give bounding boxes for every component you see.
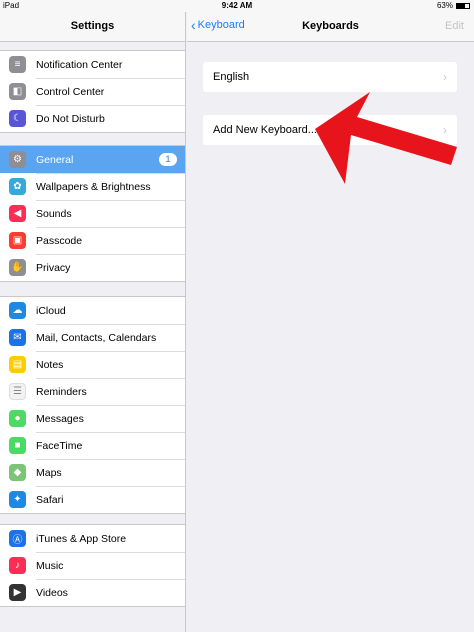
sidebar-item-passcode[interactable]: ▣ Passcode	[0, 227, 185, 254]
lock-icon: ▣	[9, 232, 26, 249]
sidebar-item-sounds[interactable]: ◀ Sounds	[0, 200, 185, 227]
sidebar-item-wallpapers-brightness[interactable]: ✿ Wallpapers & Brightness	[0, 173, 185, 200]
sidebar-item-mail-contacts-calendars[interactable]: ✉ Mail, Contacts, Calendars	[0, 324, 185, 351]
chevron-right-icon: ›	[443, 70, 447, 84]
status-time: 9:42 AM	[221, 1, 253, 10]
sidebar-item-do-not-disturb[interactable]: ☾ Do Not Disturb	[0, 105, 185, 132]
notification-badge: 1	[159, 153, 177, 166]
sidebar-item-label: iCloud	[36, 304, 66, 317]
keyboard-english[interactable]: English ›	[203, 62, 457, 92]
moon-icon: ☾	[9, 110, 26, 127]
battery-level	[457, 3, 465, 8]
messages-icon: ●	[9, 410, 26, 427]
sidebar-item-label: General	[36, 153, 74, 166]
sidebar-item-label: Passcode	[36, 234, 83, 247]
sidebar-item-maps[interactable]: ◆ Maps	[0, 459, 185, 486]
sidebar-item-label: Notes	[36, 358, 64, 371]
battery-percent: 63%	[436, 1, 453, 10]
sidebar-item-label: Sounds	[36, 207, 72, 220]
sidebar-item-reminders[interactable]: ☰ Reminders	[0, 378, 185, 405]
edit-button[interactable]: Edit	[445, 20, 464, 32]
sidebar-group: ⚙ General 1 ✿ Wallpapers & Brightness ◀ Sounds…	[0, 145, 185, 282]
gear-icon: ⚙	[9, 151, 26, 168]
settings-sidebar: Settings ≡ Notification Center ◧ Control Ce…	[0, 12, 186, 632]
status-bar: iPad 9:42 AM 63%	[0, 0, 474, 12]
facetime-icon: ■	[9, 437, 26, 454]
mail-icon: ✉	[9, 329, 26, 346]
speaker-icon: ◀	[9, 205, 26, 222]
cloud-icon: ☁	[9, 302, 26, 319]
notification-center-icon: ≡	[9, 56, 26, 73]
sidebar-group: ☁ iCloud ✉ Mail, Contacts, Calendars ▤ Notes ☰…	[0, 296, 185, 514]
page-title: Keyboards	[302, 20, 359, 32]
nav-bar: ‹ Keyboard Keyboards Edit	[187, 12, 474, 42]
sidebar-item-videos[interactable]: ▶ Videos	[0, 579, 185, 606]
sidebar-group: ⒶiTunes & App Store ♪ Music ▶ Videos	[0, 524, 185, 607]
control-center-icon: ◧	[9, 83, 26, 100]
wallpaper-icon: ✿	[9, 178, 26, 195]
sidebar-item-label: Wallpapers & Brightness	[36, 180, 151, 193]
sidebar-item-label: Do Not Disturb	[36, 112, 105, 125]
notes-icon: ▤	[9, 356, 26, 373]
sidebar-title: Settings	[0, 12, 185, 42]
sidebar-item-label: Privacy	[36, 261, 71, 274]
app-store-icon: Ⓐ	[9, 530, 26, 547]
sidebar-item-safari[interactable]: ✦ Safari	[0, 486, 185, 513]
sidebar-item-notification-center[interactable]: ≡ Notification Center	[0, 51, 185, 78]
safari-icon: ✦	[9, 491, 26, 508]
reminders-icon: ☰	[9, 383, 26, 400]
sidebar-groups: ≡ Notification Center ◧ Control Center ☾ Do N…	[0, 50, 185, 607]
sidebar-item-privacy[interactable]: ✋ Privacy	[0, 254, 185, 281]
red-arrow-icon	[315, 92, 457, 184]
keyboard-english-label: English	[213, 71, 250, 83]
sidebar-item-label: Videos	[36, 586, 68, 599]
maps-icon: ◆	[9, 464, 26, 481]
videos-icon: ▶	[9, 584, 26, 601]
sidebar-item-notes[interactable]: ▤ Notes	[0, 351, 185, 378]
sidebar-item-label: FaceTime	[36, 439, 83, 452]
hand-icon: ✋	[9, 259, 26, 276]
add-new-keyboard-label: Add New Keyboard...	[213, 124, 317, 136]
sidebar-item-label: Reminders	[36, 385, 87, 398]
sidebar-item-label: Safari	[36, 493, 64, 506]
sidebar-item-label: Messages	[36, 412, 84, 425]
sidebar-item-messages[interactable]: ● Messages	[0, 405, 185, 432]
sidebar-group: ≡ Notification Center ◧ Control Center ☾ Do N…	[0, 50, 185, 133]
sidebar-item-control-center[interactable]: ◧ Control Center	[0, 78, 185, 105]
sidebar-item-label: Notification Center	[36, 58, 123, 71]
sidebar-item-icloud[interactable]: ☁ iCloud	[0, 297, 185, 324]
sidebar-item-label: iTunes & App Store	[36, 532, 127, 545]
sidebar-item-general[interactable]: ⚙ General 1	[0, 146, 185, 173]
sidebar-item-label: Mail, Contacts, Calendars	[36, 331, 157, 344]
sidebar-item-facetime[interactable]: ■ FaceTime	[0, 432, 185, 459]
sidebar-item-label: Maps	[36, 466, 62, 479]
sidebar-item-itunes-app-store[interactable]: ⒶiTunes & App Store	[0, 525, 185, 552]
sidebar-item-label: Music	[36, 559, 64, 572]
battery-indicator: 63%	[437, 1, 470, 10]
sidebar-item-label: Control Center	[36, 85, 105, 98]
music-icon: ♪	[9, 557, 26, 574]
sidebar-item-music[interactable]: ♪ Music	[0, 552, 185, 579]
battery-icon	[456, 2, 470, 9]
